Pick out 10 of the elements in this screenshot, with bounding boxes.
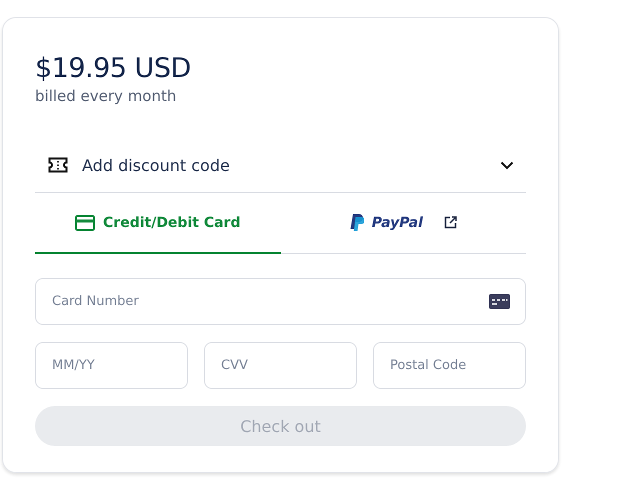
card-tab[interactable]: Credit/Debit Card <box>35 193 280 254</box>
billing-period: billed every month <box>35 86 178 106</box>
paypal-tab[interactable]: PayPal <box>280 193 526 254</box>
price: $19.95 USD <box>35 52 192 86</box>
card-number-field[interactable]: Card Number <box>35 278 526 325</box>
input-field[interactable]: CVV <box>204 342 357 389</box>
input-field[interactable]: MM/YY <box>35 342 188 389</box>
discount-label: Add discount code <box>82 156 231 174</box>
discount-code-toggle[interactable]: Add discount code <box>35 138 526 193</box>
input-field[interactable]: Postal Code <box>373 342 526 389</box>
